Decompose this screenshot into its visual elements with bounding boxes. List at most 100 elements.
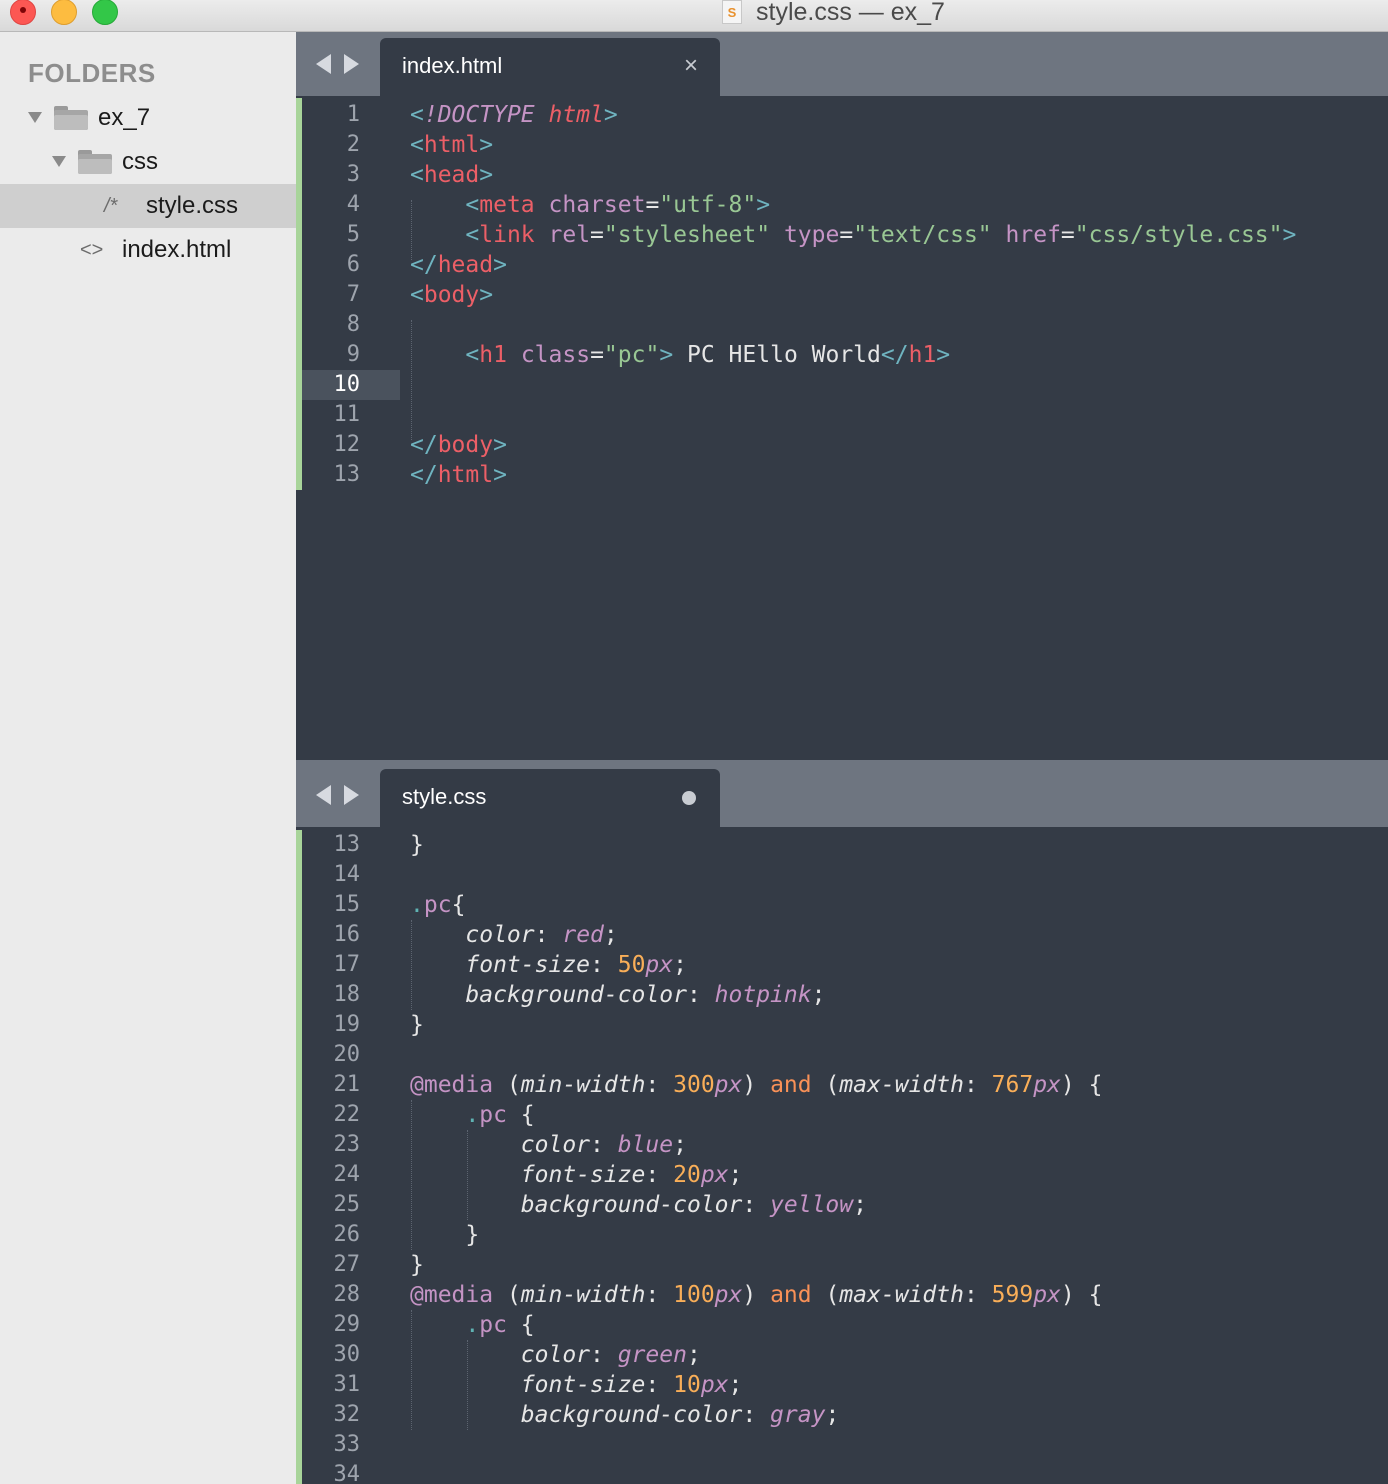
code-token: . [465,1102,480,1128]
code-line[interactable]: <link rel="stylesheet" type="text/css" h… [410,220,1296,250]
code-line[interactable]: .pc { [410,1310,534,1340]
code-token: hotpink [714,982,812,1008]
close-tab-icon[interactable]: × [684,38,698,94]
tree-label: index.html [122,236,232,263]
code-token: background-color [520,1192,743,1218]
code-token: = [839,222,854,248]
line-number: 23 [333,1132,361,1157]
code-line[interactable]: background-color: hotpink; [410,980,825,1010]
previous-tab-icon[interactable] [316,54,331,74]
code-token: : [645,1072,674,1098]
code-token: green [617,1342,687,1368]
window-title-text: style.css — ex_7 [756,0,945,26]
code-line[interactable]: font-size: 20px; [410,1160,743,1190]
code-line[interactable]: <!DOCTYPE html> [410,100,618,130]
code-line[interactable]: } [410,830,424,860]
code-token: font-size [520,1162,646,1188]
code-line[interactable]: } [410,1250,424,1280]
code-token: < [410,132,424,158]
tab-label: style.css [402,784,487,809]
code-line[interactable]: </head> [410,250,507,280]
code-token: gray [770,1402,826,1428]
code-token: ; [673,1132,687,1158]
unsaved-dot-icon[interactable] [682,791,696,805]
tree-file-index-html[interactable]: <> index.html [0,228,296,272]
tree-folder-css[interactable]: css [0,140,296,184]
code-token: } [410,1012,424,1038]
line-number: 11 [333,402,361,427]
line-number: 4 [346,192,360,217]
code-token: 50 [617,952,646,978]
code-line[interactable]: color: green; [410,1340,701,1370]
tree-folder-ex7[interactable]: ex_7 [0,96,296,140]
code-line[interactable]: color: blue; [410,1130,687,1160]
line-number: 2 [346,132,360,157]
folder-icon [78,150,112,174]
line-number: 1 [346,102,360,127]
code-token: < [465,222,480,248]
code-token: max-width [839,1282,964,1308]
code-token: } [410,832,424,858]
next-tab-icon[interactable] [344,785,359,805]
disclosure-open-icon[interactable] [52,156,66,167]
code-line[interactable]: } [410,1220,479,1250]
code-token: html [423,132,480,158]
code-line[interactable]: font-size: 50px; [410,950,687,980]
code-line[interactable]: <head> [410,160,493,190]
code-token: ; [728,1162,743,1188]
code-line[interactable]: <html> [410,130,493,160]
tree-file-style-css[interactable]: /* style.css [0,184,296,228]
code-token: > [1282,222,1297,248]
tab-style-css[interactable]: style.css [380,769,720,827]
code-line[interactable]: background-color: gray; [410,1400,840,1430]
code-line[interactable]: <meta charset="utf-8"> [410,190,770,220]
code-line[interactable]: .pc{ [410,890,465,920]
code-token: background-color [465,982,687,1008]
tab-label: index.html [402,53,503,78]
tab-index-html[interactable]: index.html × [380,38,720,96]
code-token: : [742,1192,771,1218]
close-window-button[interactable] [10,0,36,25]
code-line[interactable]: @media (min-width: 100px) and (max-width… [410,1280,1102,1310]
minimize-window-button[interactable] [51,0,77,25]
code-line[interactable]: <h1 class="pc"> PC HEllo World</h1> [410,340,950,370]
code-line[interactable]: background-color: yellow; [410,1190,867,1220]
folder-icon [54,106,88,130]
code-line[interactable]: @media (min-width: 300px) and (max-width… [410,1070,1102,1100]
code-line[interactable]: } [410,1010,424,1040]
code-token: </ [410,432,438,458]
line-number: 29 [333,1312,361,1337]
next-tab-icon[interactable] [344,54,359,74]
code-line[interactable]: color: red; [410,920,617,950]
code-token: and [770,1282,812,1308]
tab-bar: index.html × [296,32,1388,96]
code-token: h1 [479,342,507,368]
code-token: blue [617,1132,674,1158]
code-token: > [493,252,507,278]
code-line[interactable]: font-size: 10px; [410,1370,743,1400]
code-line[interactable]: <body> [410,280,493,310]
code-token: ( [811,1282,840,1308]
folders-heading: FOLDERS [28,58,156,88]
code-token: pc [423,892,452,918]
title-bar: S style.css — ex_7 [0,0,1388,32]
code-token: 100 [673,1282,715,1308]
code-token: h1 [908,342,937,368]
code-token: "css/style.css" [1074,222,1283,248]
line-number: 12 [333,432,361,457]
disclosure-open-icon[interactable] [28,112,42,123]
previous-tab-icon[interactable] [316,785,331,805]
tree-label: css [122,148,158,175]
code-line[interactable]: </body> [410,430,507,460]
code-token: { [451,892,466,918]
zoom-window-button[interactable] [92,0,118,25]
code-line[interactable]: </html> [410,460,507,490]
code-line[interactable]: .pc { [410,1100,534,1130]
code-token: : [590,1132,618,1158]
